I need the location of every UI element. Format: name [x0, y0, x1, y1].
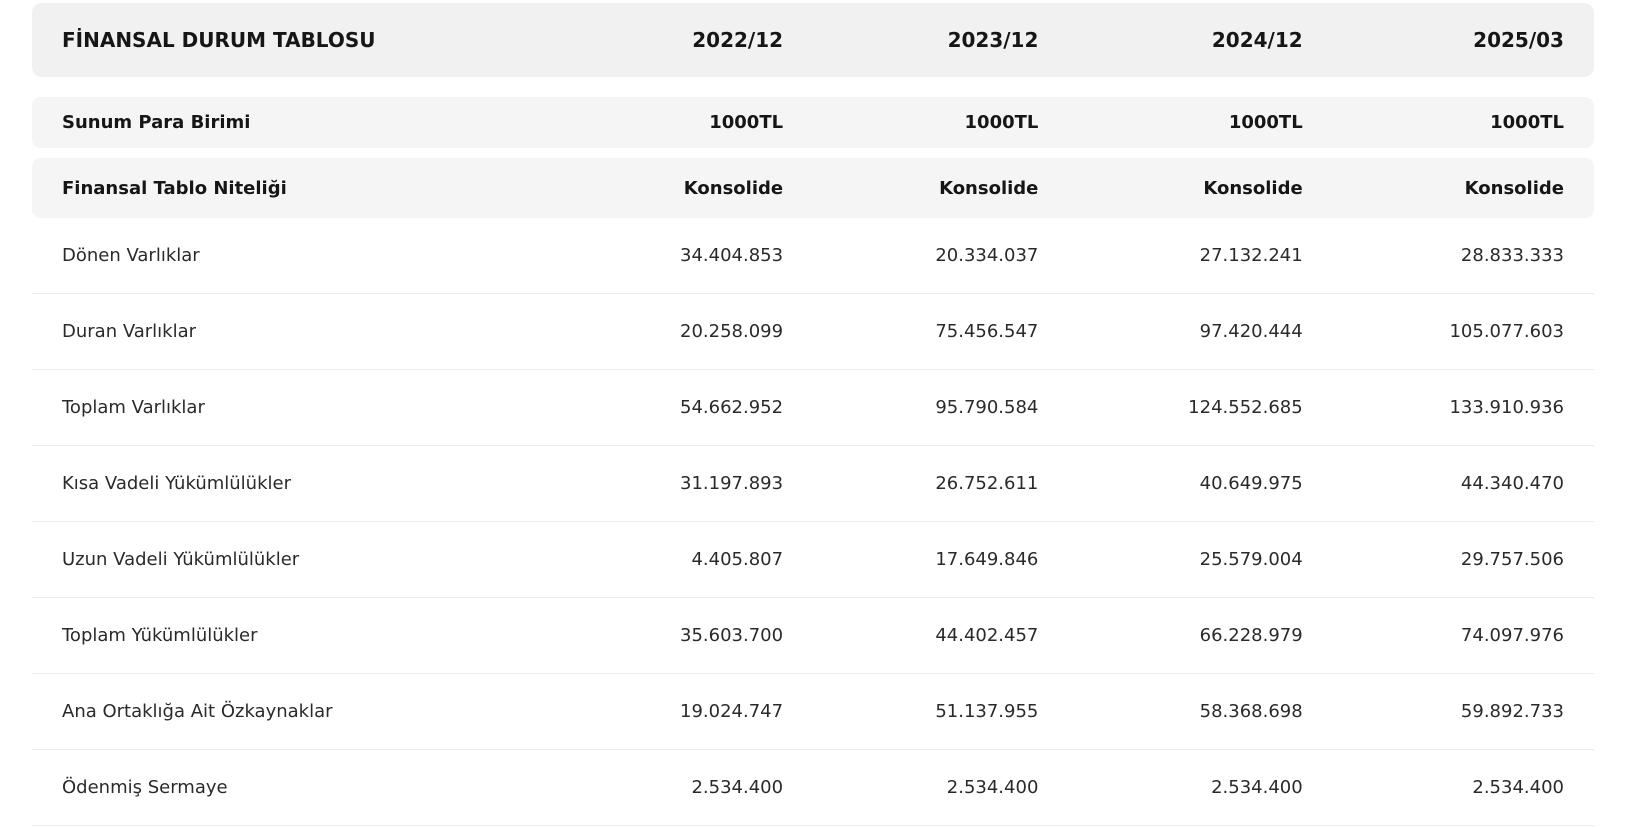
- row-value: 95.790.584: [935, 397, 1039, 418]
- row-value: 20.258.099: [680, 321, 784, 342]
- row-value: 20.334.037: [935, 245, 1039, 266]
- table-row: Toplam Yükümlülükler 35.603.700 44.402.4…: [32, 598, 1594, 674]
- row-value: 54.662.952: [680, 397, 784, 418]
- row-value: 51.137.955: [935, 701, 1039, 722]
- row-value: 74.097.976: [1460, 625, 1564, 646]
- currency-value: 1000TL: [709, 112, 784, 133]
- row-value: 133.910.936: [1449, 397, 1564, 418]
- statement-nature-value: Konsolide: [939, 177, 1039, 199]
- row-value: 25.579.004: [1199, 549, 1303, 570]
- row-value: 44.402.457: [935, 625, 1039, 646]
- row-value: 2.534.400: [946, 777, 1039, 798]
- currency-label: Sunum Para Birimi: [62, 112, 251, 133]
- statement-nature-value: Konsolide: [1203, 177, 1303, 199]
- row-value: 26.752.611: [935, 473, 1039, 494]
- row-value: 35.603.700: [680, 625, 784, 646]
- row-value: 66.228.979: [1199, 625, 1303, 646]
- table-header: FİNANSAL DURUM TABLOSU 2022/12 2023/12 2…: [32, 3, 1594, 77]
- table-row: Uzun Vadeli Yükümlülükler 4.405.807 17.6…: [32, 522, 1594, 598]
- row-label: Ana Ortaklığa Ait Özkaynaklar: [62, 701, 333, 722]
- row-label: Duran Varlıklar: [62, 321, 197, 342]
- statement-nature-value: Konsolide: [1464, 177, 1564, 199]
- period-header: 2024/12: [1211, 28, 1303, 52]
- table-title: FİNANSAL DURUM TABLOSU: [62, 28, 376, 52]
- row-label: Kısa Vadeli Yükümlülükler: [62, 473, 291, 494]
- financial-position-table: FİNANSAL DURUM TABLOSU 2022/12 2023/12 2…: [32, 3, 1594, 826]
- row-value: 4.405.807: [691, 549, 784, 570]
- row-label: Toplam Yükümlülükler: [62, 625, 258, 646]
- row-value: 19.024.747: [680, 701, 784, 722]
- row-value: 75.456.547: [935, 321, 1039, 342]
- table-row: Toplam Varlıklar 54.662.952 95.790.584 1…: [32, 370, 1594, 446]
- row-value: 58.368.698: [1199, 701, 1303, 722]
- period-header: 2025/03: [1473, 28, 1564, 52]
- row-value: 28.833.333: [1460, 245, 1564, 266]
- row-value: 2.534.400: [1472, 777, 1564, 798]
- table-row: Duran Varlıklar 20.258.099 75.456.547 97…: [32, 294, 1594, 370]
- row-value: 97.420.444: [1199, 321, 1303, 342]
- row-value: 34.404.853: [680, 245, 784, 266]
- row-value: 2.534.400: [1211, 777, 1303, 798]
- row-value: 59.892.733: [1460, 701, 1564, 722]
- row-value: 44.340.470: [1460, 473, 1564, 494]
- currency-value: 1000TL: [964, 112, 1039, 133]
- currency-value: 1000TL: [1228, 112, 1303, 133]
- statement-nature-label: Finansal Tablo Niteliği: [62, 177, 287, 199]
- row-value: 124.552.685: [1188, 397, 1303, 418]
- row-value: 17.649.846: [935, 549, 1039, 570]
- period-header: 2023/12: [947, 28, 1039, 52]
- row-value: 29.757.506: [1460, 549, 1564, 570]
- table-row: Ana Ortaklığa Ait Özkaynaklar 19.024.747…: [32, 674, 1594, 750]
- row-label: Ödenmiş Sermaye: [62, 777, 228, 798]
- row-value: 40.649.975: [1199, 473, 1303, 494]
- row-label: Uzun Vadeli Yükümlülükler: [62, 549, 300, 570]
- statement-nature-value: Konsolide: [683, 177, 784, 199]
- table-row: Dönen Varlıklar 34.404.853 20.334.037 27…: [32, 218, 1594, 294]
- row-label: Toplam Varlıklar: [62, 397, 205, 418]
- row-value: 31.197.893: [680, 473, 784, 494]
- row-value: 105.077.603: [1449, 321, 1564, 342]
- period-header: 2022/12: [692, 28, 784, 52]
- currency-value: 1000TL: [1490, 112, 1564, 133]
- row-label: Dönen Varlıklar: [62, 245, 200, 266]
- table-row: Ödenmiş Sermaye 2.534.400 2.534.400 2.53…: [32, 750, 1594, 826]
- row-value: 27.132.241: [1199, 245, 1303, 266]
- statement-nature-row: Finansal Tablo Niteliği Konsolide Konsol…: [32, 158, 1594, 218]
- currency-row: Sunum Para Birimi 1000TL 1000TL 1000TL 1…: [32, 97, 1594, 148]
- table-row: Kısa Vadeli Yükümlülükler 31.197.893 26.…: [32, 446, 1594, 522]
- row-value: 2.534.400: [691, 777, 784, 798]
